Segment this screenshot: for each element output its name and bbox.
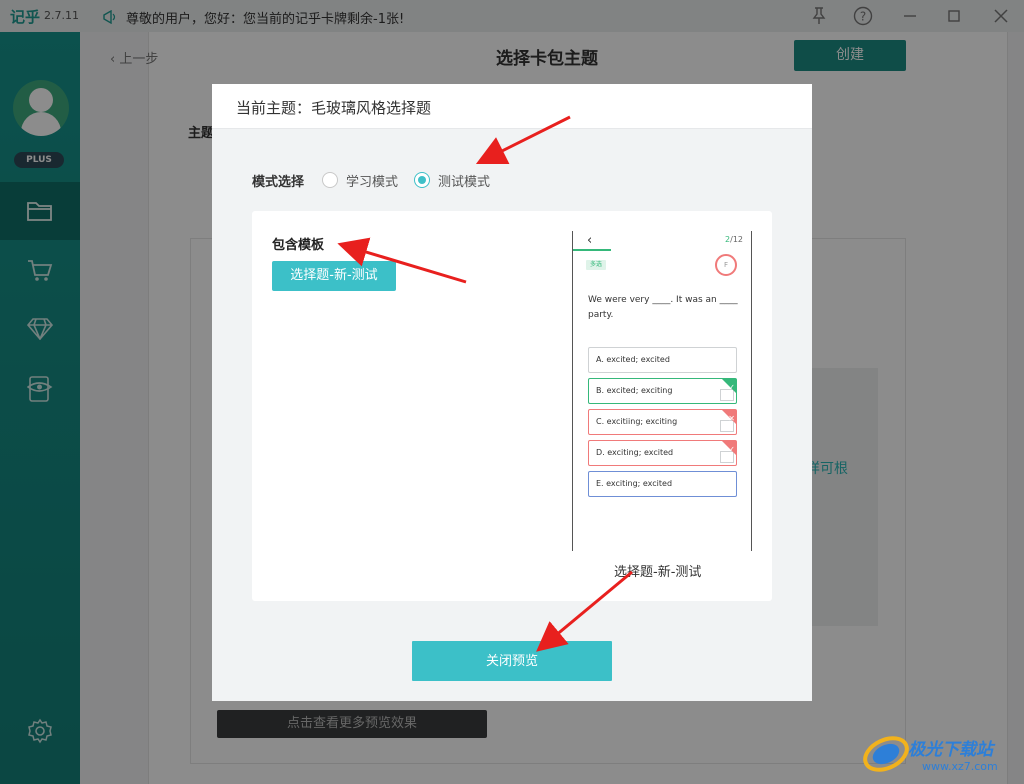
watermark-text: 极光下载站 [908,740,993,760]
modal-header: 当前主题：毛玻璃风格选择题 [212,84,812,129]
check-icon: ✓ [728,383,735,392]
radio-study-mode[interactable] [322,172,339,188]
watermark-url: www.xz7.com [922,760,998,773]
option-c: C. excitiing; exciting ✕ [588,409,737,435]
back-arrow-icon: ‹ [587,233,593,248]
option-b-text: B. excited; exciting [596,386,673,395]
template-card: 包含模板 选择题-新-测试 ‹ 2/12 多选 F We were very _… [252,211,772,601]
option-e-text: E. exciting; excited [596,479,673,488]
template-heading: 包含模板 [272,238,325,253]
radio-study-mode-label[interactable]: 学习模式 [346,171,398,190]
option-d: D. exciting; excited ✓ [588,440,737,466]
option-d-text: D. exciting; excited [596,448,674,457]
timer-icon: F [715,254,737,276]
mode-label: 模式选择 [252,174,305,190]
question-type-tag: 多选 [586,260,606,270]
counter-total: /12 [730,235,743,244]
question-counter: 2/12 [725,235,743,244]
radio-test-mode-label[interactable]: 测试模式 [438,171,490,190]
modal-title: 当前主题：毛玻璃风格选择题 [236,99,432,117]
cross-icon: ✕ [728,414,735,423]
preview-caption: 选择题-新-测试 [614,565,702,580]
tab-underline [573,249,611,251]
option-e: E. exciting; excited [588,471,737,497]
option-a: A. excited; excited [588,347,737,373]
option-a-text: A. excited; excited [596,355,670,364]
template-chip[interactable]: 选择题-新-测试 [272,261,396,291]
option-b: B. excited; exciting ✓ [588,378,737,404]
option-c-text: C. excitiing; exciting [596,417,678,426]
close-preview-button[interactable]: 关闭预览 [412,641,612,681]
check-icon: ✓ [728,445,735,454]
preview-modal: 当前主题：毛玻璃风格选择题 模式选择 学习模式 测试模式 包含模板 选择题-新-… [212,84,812,701]
phone-preview: ‹ 2/12 多选 F We were very ____. It was an… [572,231,752,551]
question-text: We were very ____. It was an ____ party. [588,295,738,320]
mode-selector: 模式选择 学习模式 测试模式 [252,170,506,190]
radio-test-mode[interactable] [414,172,431,188]
